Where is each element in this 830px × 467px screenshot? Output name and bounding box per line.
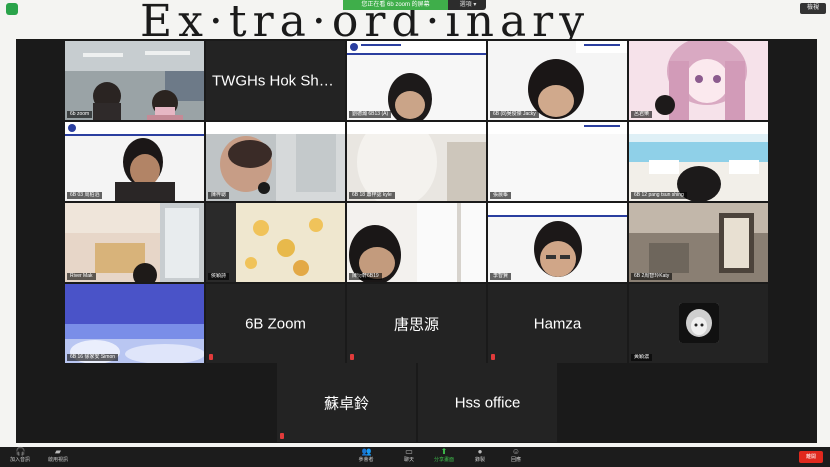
screen-share-bar: 您正在看 6b zoom 的屏幕 選項 ▾: [343, 0, 486, 10]
participant-name: 陳梓聰: [208, 192, 230, 199]
record-button[interactable]: ● 錄製: [460, 448, 500, 464]
participant-name: 侯穎詩: [208, 273, 230, 280]
participant-tile[interactable]: 劉德瀚 6B13 (A): [347, 41, 486, 120]
participant-name: 唐思源: [393, 316, 439, 333]
profile-avatar: [679, 303, 719, 343]
video-feed: [65, 122, 204, 201]
share-screen-label: 分享畫面: [433, 457, 454, 463]
participant-tile[interactable]: Hss office: [418, 363, 557, 442]
participants-button[interactable]: 👥 參會者: [346, 448, 386, 464]
participant-name: TWGHs Hok Shan...: [212, 72, 345, 89]
participant-tile[interactable]: 唐思源: [347, 284, 486, 363]
video-feed: [65, 284, 204, 363]
participant-name: Hamza: [533, 315, 582, 332]
participant-tile[interactable]: 6b zoom: [65, 41, 204, 120]
chat-button[interactable]: ▭ 聊天: [389, 448, 429, 464]
participant-name: 陳衍軒6B19: [349, 273, 382, 280]
view-button[interactable]: 檢視: [800, 3, 826, 14]
participant-name: 6B Zoom: [245, 315, 306, 332]
leave-meeting-button[interactable]: 離開: [799, 451, 823, 463]
participant-name: 6B 18 蕭梓認 kyle: [349, 192, 395, 199]
participant-tile[interactable]: 黃穎濃: [629, 284, 768, 363]
participant-name: 黃穎濃: [631, 354, 653, 361]
participant-tile[interactable]: 李智賢: [488, 203, 627, 282]
participant-tile[interactable]: 呂君樂: [629, 41, 768, 120]
share-status: 您正在看 6b zoom 的屏幕: [343, 0, 448, 10]
participant-tile[interactable]: 6B (8)吳俊傑 Jacky: [488, 41, 627, 120]
chat-label: 聊天: [403, 457, 414, 463]
video-feed: [488, 122, 627, 201]
muted-mic-icon: [350, 354, 354, 360]
participant-tile[interactable]: 6B 18 蕭梓認 kyle: [347, 122, 486, 201]
share-screen-button[interactable]: ⬆ 分享畫面: [424, 448, 464, 464]
participant-name: 劉德瀚 6B13 (A): [349, 111, 392, 118]
video-feed: [629, 122, 768, 201]
participant-tile[interactable]: Hamza: [488, 284, 627, 363]
participant-tile[interactable]: 蘇卓鈴: [277, 363, 416, 442]
video-feed: [65, 203, 204, 282]
video-feed: [629, 41, 768, 120]
start-video-label: 啟用視訊: [47, 457, 68, 463]
participant-tile[interactable]: 張晨峯: [488, 122, 627, 201]
muted-mic-icon: [491, 354, 495, 360]
participant-tile[interactable]: 陳衍軒6B19: [347, 203, 486, 282]
participant-tile[interactable]: 6B Zoom: [206, 284, 345, 363]
video-feed: [206, 122, 345, 201]
app-shield-icon: [6, 3, 18, 15]
participant-name: 呂君樂: [631, 111, 653, 118]
video-feed: [347, 203, 486, 282]
participant-name: 6b zoom: [67, 111, 93, 118]
participant-name: River Mak: [67, 273, 96, 280]
people-icon: 👥: [361, 447, 372, 456]
join-audio-label: 加入音訊: [9, 457, 30, 463]
video-feed: [488, 203, 627, 282]
meeting-toolbar: 🎧 加入音訊 ▰ 啟用視訊 👥 參會者 ▭ 聊天 ⬆ 分享畫面 ● 錄製 ☺ 回…: [0, 447, 830, 467]
muted-mic-icon: [209, 354, 213, 360]
participant-name: 6B 16 徐家安 Simon: [67, 354, 119, 361]
participant-name: 李智賢: [490, 273, 512, 280]
participant-tile[interactable]: 侯穎詩: [206, 203, 345, 282]
video-off-icon: ▰: [54, 447, 62, 456]
participant-tile[interactable]: 6B 16 徐家安 Simon: [65, 284, 204, 363]
share-screen-icon: ⬆: [440, 447, 448, 456]
participants-label: 參會者: [358, 457, 374, 463]
record-label: 錄製: [474, 457, 485, 463]
muted-mic-icon: [280, 433, 284, 439]
participant-name: 6B (8)吳俊傑 Jacky: [490, 111, 539, 118]
participant-name: 蘇卓鈴: [323, 395, 369, 412]
participant-tile[interactable]: TWGHs Hok Shan...: [206, 41, 345, 120]
join-audio-button[interactable]: 🎧 加入音訊: [0, 448, 40, 464]
reactions-label: 回應: [510, 457, 521, 463]
start-video-button[interactable]: ▰ 啟用視訊: [38, 448, 78, 464]
participant-tile[interactable]: 6B 03 周柏滔: [65, 122, 204, 201]
participant-name: 6B 2周智玲Katy: [631, 273, 673, 280]
video-feed: [488, 41, 627, 120]
video-feed: [347, 41, 486, 120]
record-icon: ●: [477, 447, 483, 456]
participant-tile[interactable]: 6B 12 pang tsun shing: [629, 122, 768, 201]
video-feed: [629, 203, 768, 282]
reactions-button[interactable]: ☺ 回應: [496, 448, 536, 464]
participant-name: 6B 03 周柏滔: [67, 192, 103, 199]
video-feed: [347, 122, 486, 201]
video-feed: [206, 203, 345, 282]
participant-name: 張晨峯: [490, 192, 512, 199]
participant-tile[interactable]: 陳梓聰: [206, 122, 345, 201]
smiley-icon: ☺: [511, 447, 521, 456]
participant-name: Hss office: [454, 394, 521, 411]
chat-icon: ▭: [405, 447, 413, 456]
video-feed: [65, 41, 204, 120]
gallery-view: 6b zoom TWGHs Hok Shan... 劉德瀚 6B13 (A) 6…: [16, 39, 817, 443]
headphones-icon: 🎧: [15, 447, 26, 456]
participant-tile[interactable]: 6B 2周智玲Katy: [629, 203, 768, 282]
participant-tile[interactable]: River Mak: [65, 203, 204, 282]
share-options-button[interactable]: 選項 ▾: [451, 0, 485, 10]
participant-name: 6B 12 pang tsun shing: [631, 192, 687, 199]
